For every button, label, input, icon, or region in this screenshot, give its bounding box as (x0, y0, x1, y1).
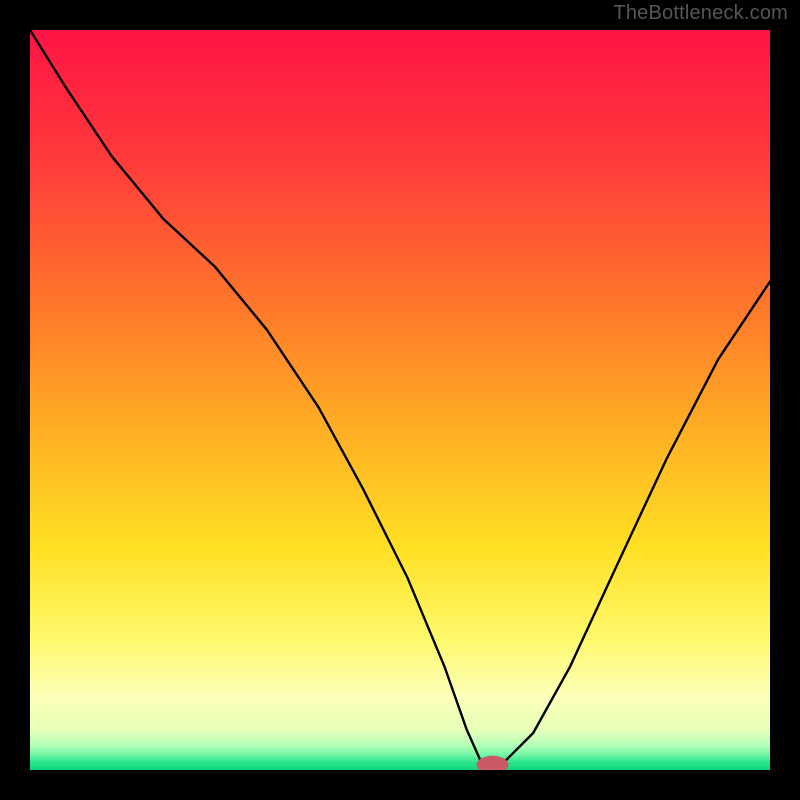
heatmap-background (30, 30, 770, 770)
bottleneck-chart-svg (30, 30, 770, 770)
watermark-text: TheBottleneck.com (613, 2, 788, 25)
plot-area (30, 30, 770, 770)
chart-frame: TheBottleneck.com (0, 0, 800, 800)
